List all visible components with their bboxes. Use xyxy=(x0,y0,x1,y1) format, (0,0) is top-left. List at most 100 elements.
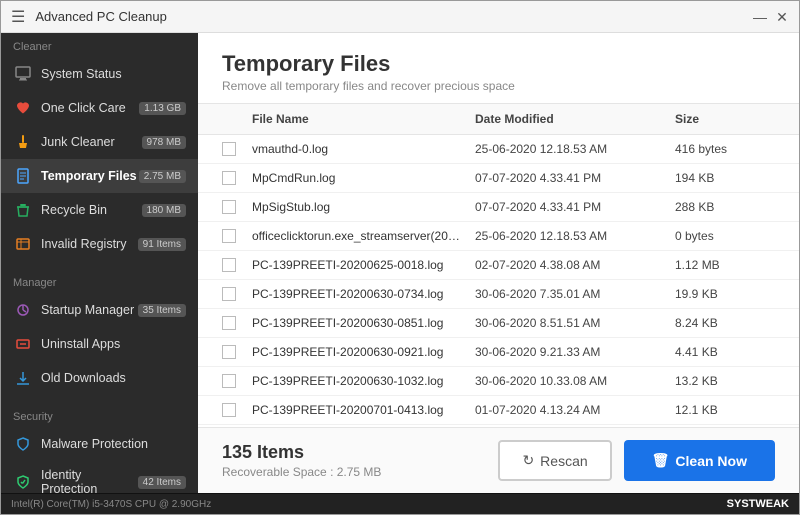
row-size-2: 288 KB xyxy=(675,200,775,214)
badge-temporary-files: 2.75 MB xyxy=(139,170,186,183)
sidebar-label-system-status: System Status xyxy=(41,67,186,81)
row-checkbox-3[interactable] xyxy=(222,229,252,243)
rescan-button[interactable]: ↻ Rescan xyxy=(498,440,611,481)
table-row[interactable]: PC-139PREETI-20200630-0851.log 30-06-202… xyxy=(198,309,799,338)
table-row[interactable]: PC-139PREETI-20200625-0018.log 02-07-202… xyxy=(198,251,799,280)
row-checkbox-8[interactable] xyxy=(222,374,252,388)
sidebar-label-malware-protection: Malware Protection xyxy=(41,437,186,451)
row-size-8: 13.2 KB xyxy=(675,374,775,388)
row-date-5: 30-06-2020 7.35.01 AM xyxy=(475,287,675,301)
row-checkbox-4[interactable] xyxy=(222,258,252,272)
col-size-header: Size xyxy=(675,112,775,126)
sidebar-item-malware-protection[interactable]: Malware Protection xyxy=(1,427,198,461)
sidebar-item-temporary-files[interactable]: Temporary Files 2.75 MB xyxy=(1,159,198,193)
rescan-label: Rescan xyxy=(540,453,587,469)
row-checkbox-2[interactable] xyxy=(222,200,252,214)
sidebar-item-identity-protection[interactable]: Identity Protection 42 Items xyxy=(1,461,198,493)
sidebar-label-old-downloads: Old Downloads xyxy=(41,371,186,385)
row-size-0: 416 bytes xyxy=(675,142,775,156)
sidebar-item-old-downloads[interactable]: Old Downloads xyxy=(1,361,198,395)
sidebar-label-invalid-registry: Invalid Registry xyxy=(41,237,138,251)
table-row[interactable]: MpSigStub.log 07-07-2020 4.33.41 PM 288 … xyxy=(198,193,799,222)
content-header: Temporary Files Remove all temporary fil… xyxy=(198,33,799,104)
sidebar-label-startup-manager: Startup Manager xyxy=(41,303,138,317)
sidebar: Cleaner System Status One Click Care 1.1… xyxy=(1,33,198,493)
row-size-7: 4.41 KB xyxy=(675,345,775,359)
brand2: TWEAK xyxy=(749,498,789,510)
window-controls: — ✕ xyxy=(753,10,789,24)
table-row[interactable]: PC-139PREETI-20200701-0413.log 01-07-202… xyxy=(198,396,799,425)
row-date-3: 25-06-2020 12.18.53 AM xyxy=(475,229,675,243)
row-size-4: 1.12 MB xyxy=(675,258,775,272)
sidebar-item-uninstall-apps[interactable]: Uninstall Apps xyxy=(1,327,198,361)
row-filename-8: PC-139PREETI-20200630-1032.log xyxy=(252,374,475,388)
row-date-4: 02-07-2020 4.38.08 AM xyxy=(475,258,675,272)
row-size-3: 0 bytes xyxy=(675,229,775,243)
sidebar-item-invalid-registry[interactable]: Invalid Registry 91 Items xyxy=(1,227,198,261)
bottom-bar: 135 Items Recoverable Space : 2.75 MB ↻ … xyxy=(198,427,799,493)
table-row[interactable]: officeclicktorun.exe_streamserver(202006… xyxy=(198,222,799,251)
row-filename-2: MpSigStub.log xyxy=(252,200,475,214)
table-row[interactable]: MpCmdRun.log 07-07-2020 4.33.41 PM 194 K… xyxy=(198,164,799,193)
identity-icon xyxy=(13,472,33,492)
row-size-1: 194 KB xyxy=(675,171,775,185)
table-header: File Name Date Modified Size xyxy=(198,104,799,135)
row-checkbox-6[interactable] xyxy=(222,316,252,330)
badge-junk-cleaner: 978 MB xyxy=(142,136,186,149)
badge-startup-manager: 35 Items xyxy=(138,304,186,317)
items-count: 135 Items xyxy=(222,442,381,463)
table-row[interactable]: vmauthd-0.log 25-06-2020 12.18.53 AM 416… xyxy=(198,135,799,164)
startup-icon xyxy=(13,300,33,320)
row-checkbox-5[interactable] xyxy=(222,287,252,301)
row-checkbox-9[interactable] xyxy=(222,403,252,417)
uninstall-icon xyxy=(13,334,33,354)
row-checkbox-0[interactable] xyxy=(222,142,252,156)
cpu-info: Intel(R) Core(TM) i5-3470S CPU @ 2.90GHz xyxy=(11,499,211,510)
sidebar-label-one-click-care: One Click Care xyxy=(41,101,139,115)
row-checkbox-7[interactable] xyxy=(222,345,252,359)
col-check xyxy=(222,112,252,126)
table-row[interactable]: PC-139PREETI-20200630-0921.log 30-06-202… xyxy=(198,338,799,367)
sidebar-label-junk-cleaner: Junk Cleaner xyxy=(41,135,142,149)
clean-now-button[interactable]: 🗑 Clean Now xyxy=(624,440,775,481)
badge-recycle-bin: 180 MB xyxy=(142,204,186,217)
title-bar: ☰ Advanced PC Cleanup — ✕ xyxy=(1,1,799,33)
close-button[interactable]: ✕ xyxy=(775,10,789,24)
badge-invalid-registry: 91 Items xyxy=(138,238,186,251)
row-checkbox-1[interactable] xyxy=(222,171,252,185)
row-size-9: 12.1 KB xyxy=(675,403,775,417)
row-date-7: 30-06-2020 9.21.33 AM xyxy=(475,345,675,359)
sidebar-label-recycle-bin: Recycle Bin xyxy=(41,203,142,217)
rescan-icon: ↻ xyxy=(522,452,534,469)
row-date-8: 30-06-2020 10.33.08 AM xyxy=(475,374,675,388)
heart-icon xyxy=(13,98,33,118)
sidebar-item-one-click-care[interactable]: One Click Care 1.13 GB xyxy=(1,91,198,125)
section-manager-label: Manager xyxy=(1,269,198,293)
content-subtitle: Remove all temporary files and recover p… xyxy=(222,79,775,93)
minimize-button[interactable]: — xyxy=(753,10,767,24)
table-row[interactable]: PC-139PREETI-20200630-1032.log 30-06-202… xyxy=(198,367,799,396)
badge-identity-protection: 42 Items xyxy=(138,476,186,489)
row-date-1: 07-07-2020 4.33.41 PM xyxy=(475,171,675,185)
sidebar-item-junk-cleaner[interactable]: Junk Cleaner 978 MB xyxy=(1,125,198,159)
hamburger-icon[interactable]: ☰ xyxy=(11,7,25,27)
row-date-2: 07-07-2020 4.33.41 PM xyxy=(475,200,675,214)
registry-icon xyxy=(13,234,33,254)
row-filename-4: PC-139PREETI-20200625-0018.log xyxy=(252,258,475,272)
row-filename-9: PC-139PREETI-20200701-0413.log xyxy=(252,403,475,417)
row-filename-1: MpCmdRun.log xyxy=(252,171,475,185)
badge-one-click-care: 1.13 GB xyxy=(139,102,186,115)
col-filename-header: File Name xyxy=(252,112,475,126)
download-icon xyxy=(13,368,33,388)
broom-icon xyxy=(13,132,33,152)
row-filename-5: PC-139PREETI-20200630-0734.log xyxy=(252,287,475,301)
shield-icon xyxy=(13,434,33,454)
table-row[interactable]: PC-139PREETI-20200630-0734.log 30-06-202… xyxy=(198,280,799,309)
row-date-9: 01-07-2020 4.13.24 AM xyxy=(475,403,675,417)
brand1: SYS xyxy=(727,498,749,510)
sidebar-label-temporary-files: Temporary Files xyxy=(41,169,139,183)
sidebar-item-startup-manager[interactable]: Startup Manager 35 Items xyxy=(1,293,198,327)
row-size-6: 8.24 KB xyxy=(675,316,775,330)
sidebar-item-system-status[interactable]: System Status xyxy=(1,57,198,91)
sidebar-item-recycle-bin[interactable]: Recycle Bin 180 MB xyxy=(1,193,198,227)
